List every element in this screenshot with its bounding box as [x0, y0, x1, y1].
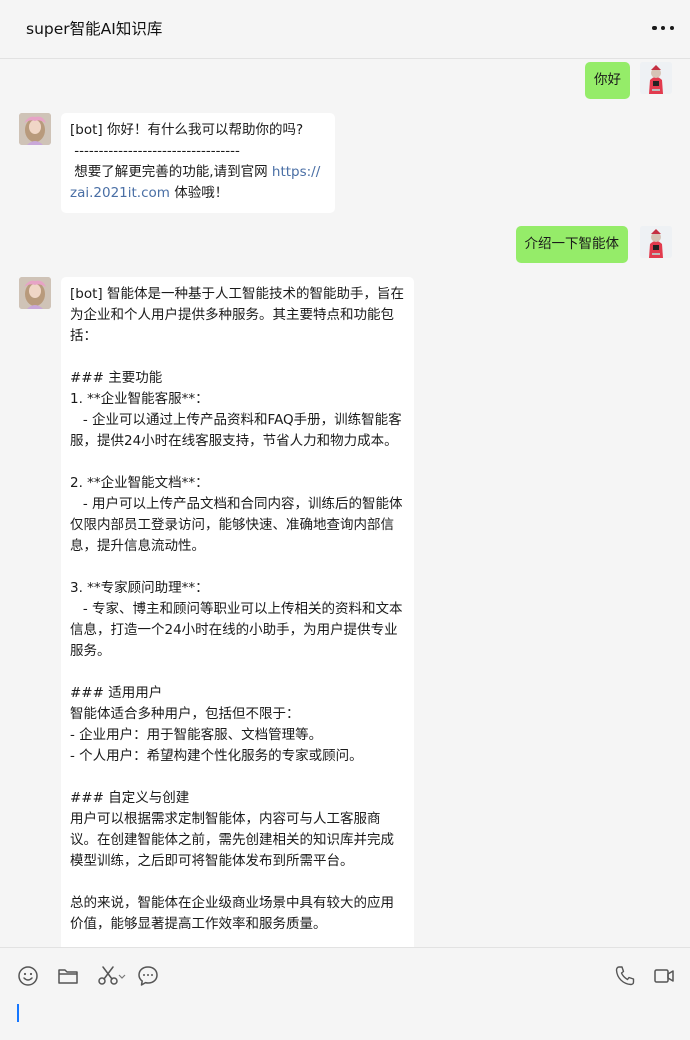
message-text: 你好	[594, 72, 621, 88]
chat-header: super智能AI知识库	[0, 0, 690, 59]
chevron-down-icon[interactable]	[117, 964, 127, 988]
bot-avatar[interactable]	[19, 113, 51, 145]
user-avatar[interactable]	[640, 62, 672, 94]
user-message-bubble: 你好	[585, 62, 630, 99]
bot-avatar-image	[19, 277, 51, 309]
folder-icon[interactable]	[56, 964, 80, 988]
bot-avatar-image	[19, 113, 51, 145]
bot-message-bubble: [bot] 智能体是一种基于人工智能技术的智能助手，旨在为企业和个人用户提供多种…	[61, 277, 414, 947]
message-text: [bot] 智能体是一种基于人工智能技术的智能助手，旨在为企业和个人用户提供多种…	[70, 286, 404, 932]
more-dots-icon[interactable]	[652, 22, 674, 34]
message-text: 体验哦！	[169, 185, 229, 201]
bot-message-bubble: [bot] 你好！有什么我可以帮助你的吗? ------------------…	[61, 113, 335, 213]
message-text: 想要了解更完善的功能,请到官网	[70, 164, 272, 180]
text-input-caret[interactable]	[17, 1004, 19, 1022]
video-camera-icon[interactable]	[652, 964, 676, 988]
message-text: [bot] 你好！有什么我可以帮助你的吗?	[70, 122, 304, 138]
message-composer	[0, 947, 690, 1040]
message-text: 介绍一下智能体	[524, 236, 620, 252]
chat-title: super智能AI知识库	[26, 20, 163, 38]
user-avatar-image	[640, 62, 672, 94]
user-message-bubble: 介绍一下智能体	[515, 226, 628, 263]
user-avatar-image	[640, 226, 672, 258]
user-avatar[interactable]	[640, 226, 672, 258]
message-list[interactable]: 你好 [bot] 你好！有什么我可以帮助你的吗? ---------------…	[0, 60, 690, 947]
bot-avatar[interactable]	[19, 277, 51, 309]
emoji-icon[interactable]	[16, 964, 40, 988]
divider-text: ----------------------------------	[70, 143, 240, 159]
phone-icon[interactable]	[613, 964, 637, 988]
chat-bubble-icon[interactable]	[136, 964, 160, 988]
